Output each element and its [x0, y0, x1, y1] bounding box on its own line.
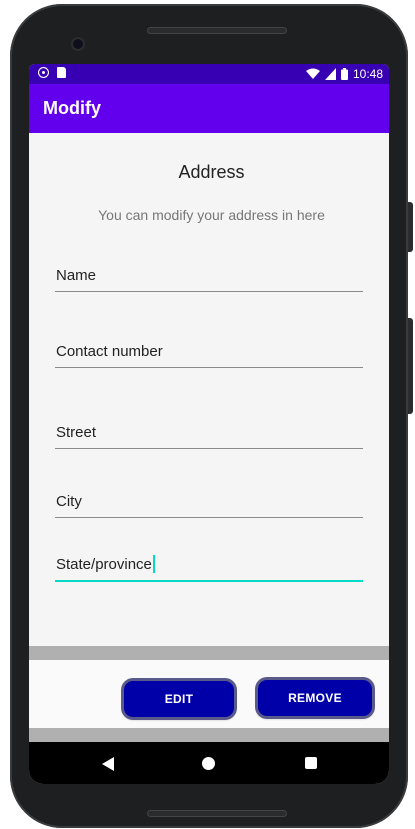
status-time: 10:48 — [352, 67, 383, 81]
power-button — [408, 318, 413, 414]
earpiece-speaker — [147, 27, 287, 34]
form-heading: Address — [178, 162, 245, 182]
city-field-value: City — [56, 493, 82, 510]
app-bar-title: Modify — [43, 98, 101, 118]
home-icon[interactable] — [202, 757, 215, 770]
sim-card-icon — [57, 67, 66, 78]
circle-notification-icon — [38, 67, 49, 78]
text-cursor — [152, 555, 155, 573]
name-field[interactable]: Name — [55, 260, 363, 292]
state-province-field-value: State/province — [56, 555, 152, 573]
signal-icon — [324, 68, 336, 80]
contact-number-field[interactable]: Contact number — [55, 336, 363, 368]
street-field-value: Street — [56, 424, 97, 441]
state-province-field-content: State/province — [56, 555, 155, 573]
device-screen: 10:48 Modify Address You can modify your… — [29, 64, 389, 784]
front-camera — [73, 39, 83, 49]
wifi-icon — [305, 68, 320, 79]
name-field-value: Name — [56, 267, 97, 284]
recent-apps-icon[interactable] — [305, 757, 317, 769]
back-icon[interactable] — [102, 757, 114, 771]
city-field[interactable]: City — [55, 486, 363, 518]
contact-number-field-value: Contact number — [56, 343, 163, 360]
divider-bar-bottom — [29, 728, 389, 742]
street-field[interactable]: Street — [55, 417, 363, 449]
edit-button[interactable]: EDIT — [124, 681, 234, 717]
battery-icon — [340, 68, 348, 80]
state-province-field[interactable]: State/province — [55, 550, 363, 582]
navigation-bar — [29, 742, 389, 784]
action-bar: EDIT REMOVE — [29, 660, 389, 728]
app-bar: Modify — [29, 84, 389, 133]
divider-bar-top — [29, 646, 389, 660]
status-bar: 10:48 — [29, 64, 389, 84]
remove-button[interactable]: REMOVE — [258, 680, 372, 716]
address-form: Address You can modify your address in h… — [29, 133, 389, 646]
form-subheading: You can modify your address in here — [98, 207, 325, 223]
bottom-speaker — [147, 810, 287, 817]
volume-button — [408, 202, 413, 252]
